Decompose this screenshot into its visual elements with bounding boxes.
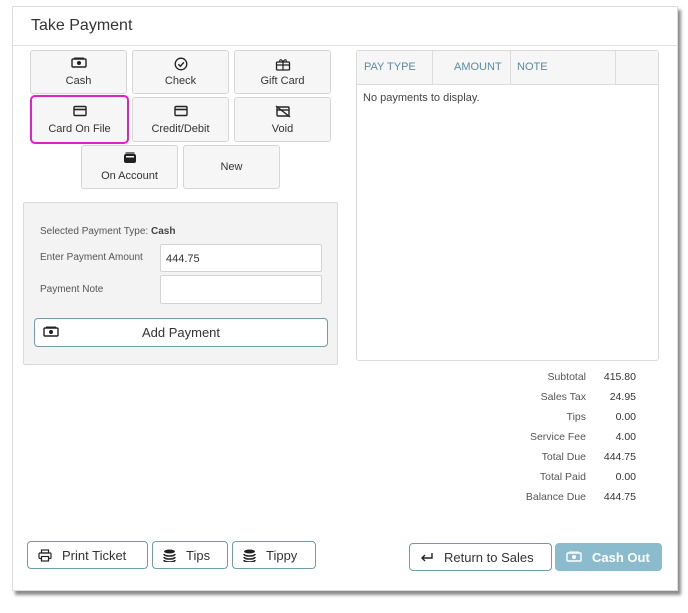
summary-label: Total Paid bbox=[539, 471, 586, 483]
summary-label: Balance Due bbox=[525, 491, 586, 503]
coins-stack-icon bbox=[243, 549, 256, 562]
pay-type-label: Cash bbox=[65, 75, 92, 87]
pay-type-on-account-button[interactable]: On Account bbox=[81, 145, 178, 189]
cash-icon bbox=[43, 326, 59, 341]
title-divider bbox=[13, 45, 677, 46]
cash-icon bbox=[566, 551, 582, 563]
tippy-label: Tippy bbox=[266, 547, 298, 563]
pay-type-label: Void bbox=[271, 122, 294, 135]
return-to-sales-button[interactable]: Return to Sales bbox=[409, 543, 552, 571]
void-card-icon bbox=[275, 104, 291, 119]
pay-type-label: Card On File bbox=[48, 122, 111, 135]
summary-value: 24.95 bbox=[609, 391, 636, 403]
payment-amount-input[interactable]: 444.75 bbox=[160, 244, 322, 272]
pay-type-label: Credit/Debit bbox=[151, 122, 210, 135]
add-payment-label: Add Payment bbox=[141, 325, 221, 340]
column-divider bbox=[510, 51, 511, 84]
cash-icon bbox=[70, 57, 87, 71]
print-ticket-label: Print Ticket bbox=[62, 547, 127, 563]
payment-note-label: Payment Note bbox=[40, 284, 104, 295]
summary-label: Subtotal bbox=[547, 371, 586, 383]
cash-out-button[interactable]: Cash Out bbox=[555, 543, 662, 571]
summary-label: Tips bbox=[566, 411, 586, 423]
summary-label: Total Due bbox=[541, 451, 586, 463]
summary-value: 4.00 bbox=[615, 431, 636, 443]
pay-type-credit-debit-button[interactable]: Credit/Debit bbox=[132, 97, 229, 142]
column-header-amount[interactable]: AMOUNT bbox=[454, 51, 502, 84]
pay-type-gift-card-button[interactable]: Gift Card bbox=[234, 50, 331, 94]
credit-card-icon bbox=[173, 105, 188, 119]
pay-type-card-on-file-button[interactable]: Card On File bbox=[30, 95, 129, 144]
return-to-sales-label: Return to Sales bbox=[444, 549, 534, 565]
summary-value: 444.75 bbox=[603, 491, 636, 503]
summary-label: Sales Tax bbox=[540, 391, 586, 403]
summary-value: 0.00 bbox=[615, 471, 636, 483]
column-divider bbox=[615, 51, 616, 84]
print-ticket-button[interactable]: Print Ticket bbox=[27, 541, 148, 569]
pay-type-label: Check bbox=[164, 75, 197, 87]
payments-empty-message: No payments to display. bbox=[363, 92, 480, 104]
pay-type-label: Gift Card bbox=[260, 75, 305, 87]
pay-type-new-button[interactable]: New bbox=[183, 145, 280, 189]
return-arrow-icon bbox=[420, 551, 434, 563]
payments-table: PAY TYPE AMOUNT NOTE No payments to disp… bbox=[356, 50, 659, 361]
summary-value: 415.80 bbox=[603, 371, 636, 383]
wallet-icon bbox=[123, 152, 137, 166]
pay-type-label: On Account bbox=[101, 170, 158, 182]
pay-type-label: New bbox=[220, 161, 243, 173]
payment-amount-label: Enter Payment Amount bbox=[40, 252, 143, 263]
summary-value: 444.75 bbox=[603, 451, 636, 463]
printer-icon bbox=[38, 548, 52, 562]
add-payment-button[interactable]: Add Payment bbox=[34, 318, 328, 347]
coins-stack-icon bbox=[163, 549, 176, 562]
payment-entry-panel: Selected Payment Type: Cash Enter Paymen… bbox=[23, 202, 338, 365]
check-circle-icon bbox=[174, 57, 188, 71]
take-payment-dialog: Take Payment Cash Check Gift Card Card O… bbox=[12, 6, 678, 591]
tips-button[interactable]: Tips bbox=[152, 541, 228, 569]
summary-value: 0.00 bbox=[615, 411, 636, 423]
summary-label: Service Fee bbox=[529, 431, 586, 443]
payment-note-input[interactable] bbox=[160, 275, 322, 304]
payments-table-header: PAY TYPE AMOUNT NOTE bbox=[357, 51, 658, 85]
gift-card-icon bbox=[275, 57, 291, 71]
pay-type-cash-button[interactable]: Cash bbox=[30, 50, 127, 94]
tips-label: Tips bbox=[186, 547, 211, 563]
cash-out-label: Cash Out bbox=[592, 549, 650, 565]
pay-type-check-button[interactable]: Check bbox=[132, 50, 229, 94]
column-divider bbox=[432, 51, 433, 84]
pay-type-void-button[interactable]: Void bbox=[234, 97, 331, 142]
credit-card-icon bbox=[72, 105, 87, 119]
selected-payment-type: Selected Payment Type: Cash bbox=[40, 226, 176, 237]
dialog-title: Take Payment bbox=[31, 17, 133, 34]
selected-payment-type-value: Cash bbox=[151, 226, 176, 237]
column-header-note[interactable]: NOTE bbox=[517, 51, 548, 84]
column-header-pay-type[interactable]: PAY TYPE bbox=[364, 51, 416, 84]
tippy-button[interactable]: Tippy bbox=[232, 541, 316, 569]
